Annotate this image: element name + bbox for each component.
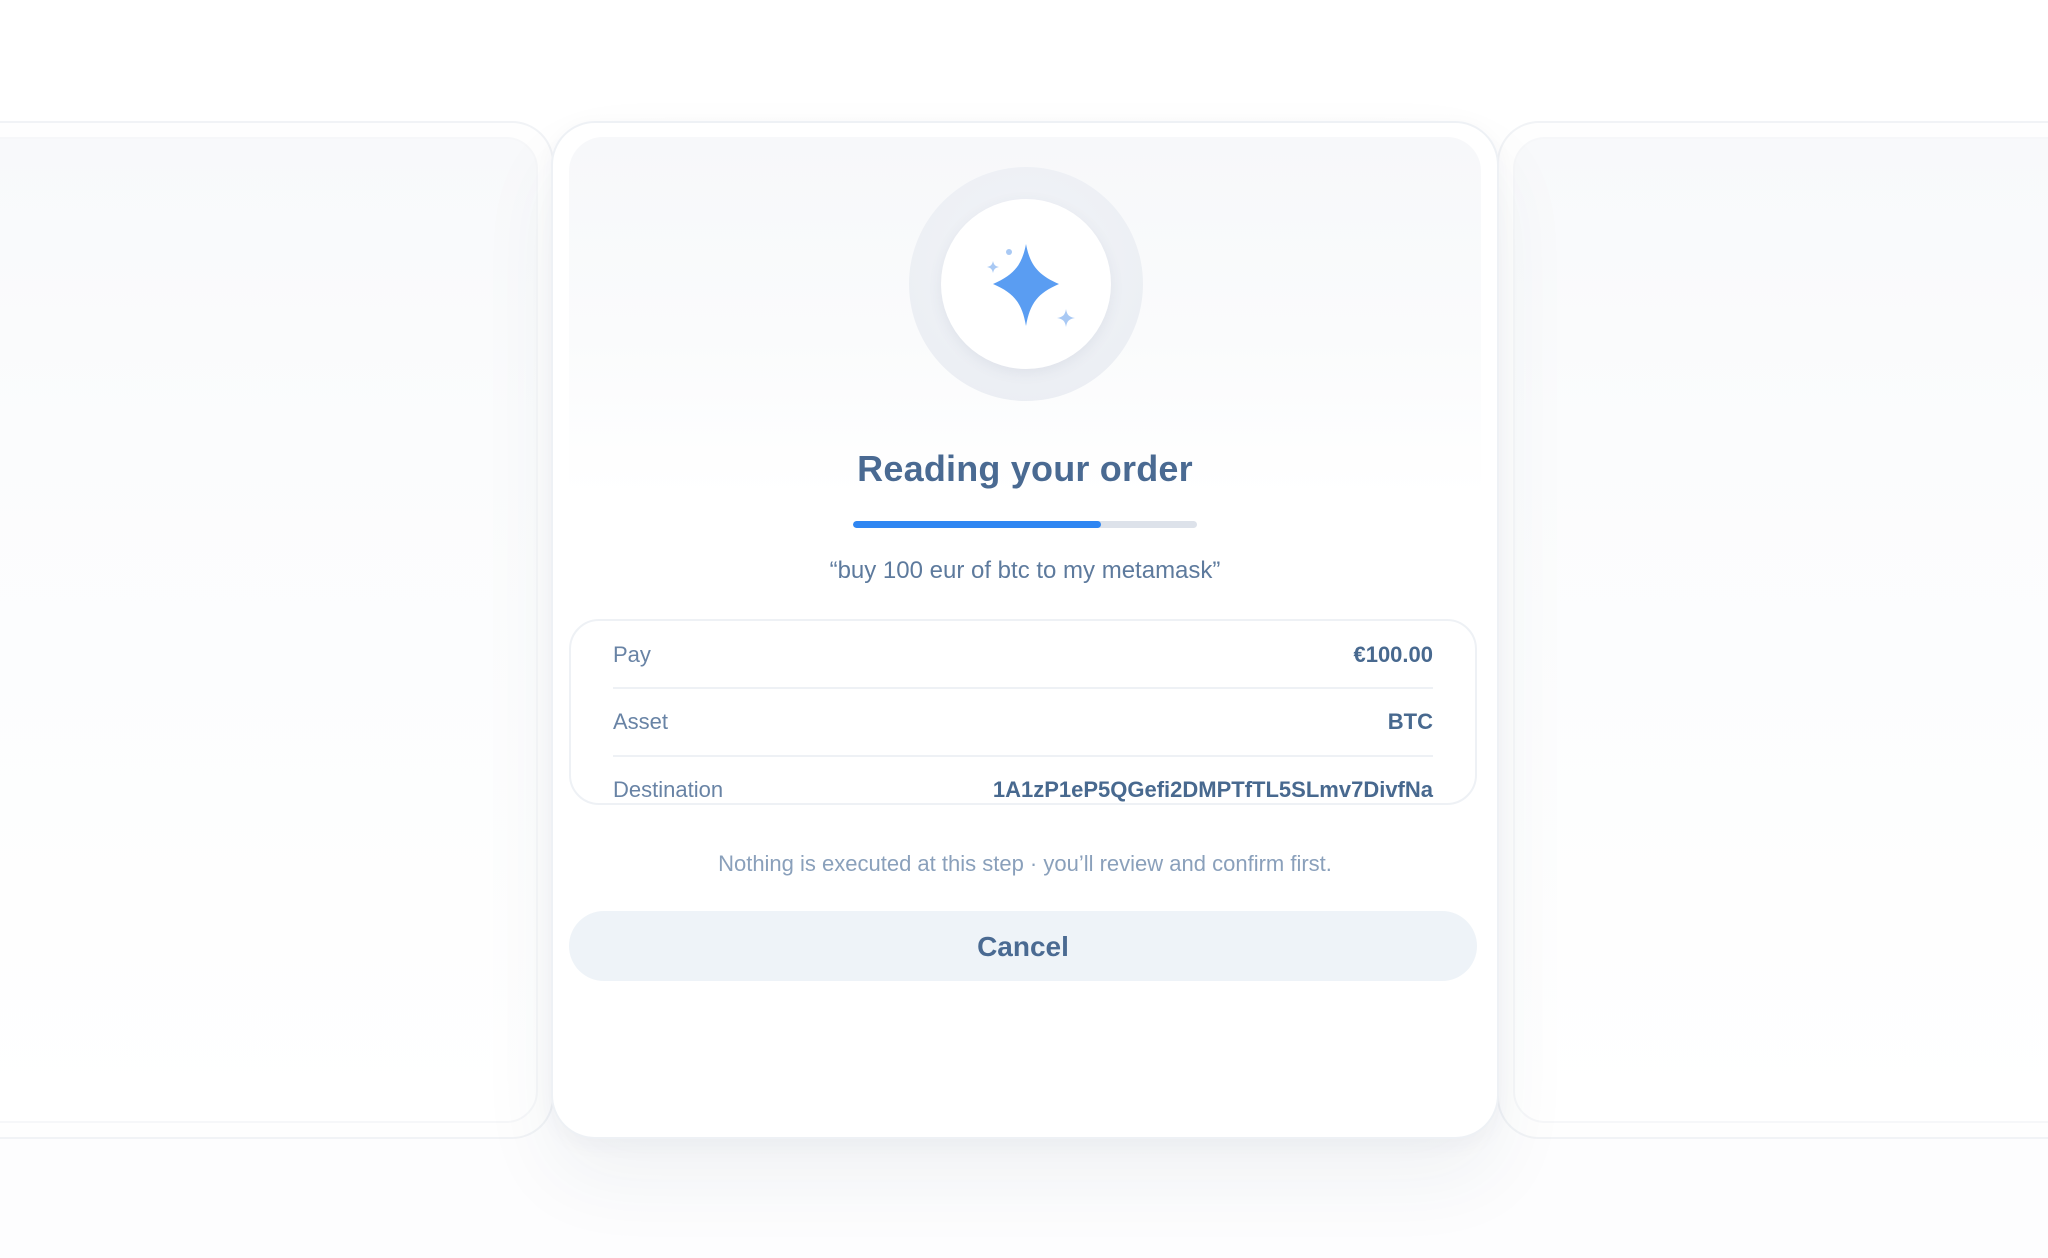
previous-card-ghost: [0, 121, 554, 1139]
cancel-button[interactable]: Cancel: [569, 911, 1477, 981]
next-card-ghost: [1497, 121, 2048, 1139]
progress-bar: [853, 521, 1197, 528]
detail-row-asset: Asset BTC: [613, 689, 1433, 757]
app-stage: Reading your order “buy 100 eur of btc t…: [0, 0, 2048, 1258]
detail-row-pay: Pay €100.00: [613, 623, 1433, 689]
progress-bar-fill: [853, 521, 1101, 528]
user-request-quote: “buy 100 eur of btc to my metamask”: [829, 557, 1221, 584]
pay-label: Pay: [613, 642, 651, 667]
sparkle-icon: [987, 244, 1075, 327]
destination-address: 1A1zP1eP5QGefi2DMPTfTL5SLmv7DivfNa: [992, 777, 1433, 802]
asset-label: Asset: [613, 709, 669, 734]
order-details: Pay €100.00 Asset BTC Destination 1A1zP1…: [569, 619, 1477, 805]
pay-value: €100.00: [1353, 642, 1433, 667]
status-title: Reading your order: [857, 448, 1193, 489]
icon-badge: [909, 167, 1143, 401]
order-parsing-card: Reading your order “buy 100 eur of btc t…: [551, 121, 1499, 1139]
detail-row-destination: Destination 1A1zP1eP5QGefi2DMPTfTL5SLmv7…: [613, 757, 1433, 823]
destination-label: Destination: [613, 777, 724, 802]
safety-note: Nothing is executed at this step · you’l…: [718, 851, 1332, 876]
asset-value: BTC: [1387, 709, 1433, 734]
